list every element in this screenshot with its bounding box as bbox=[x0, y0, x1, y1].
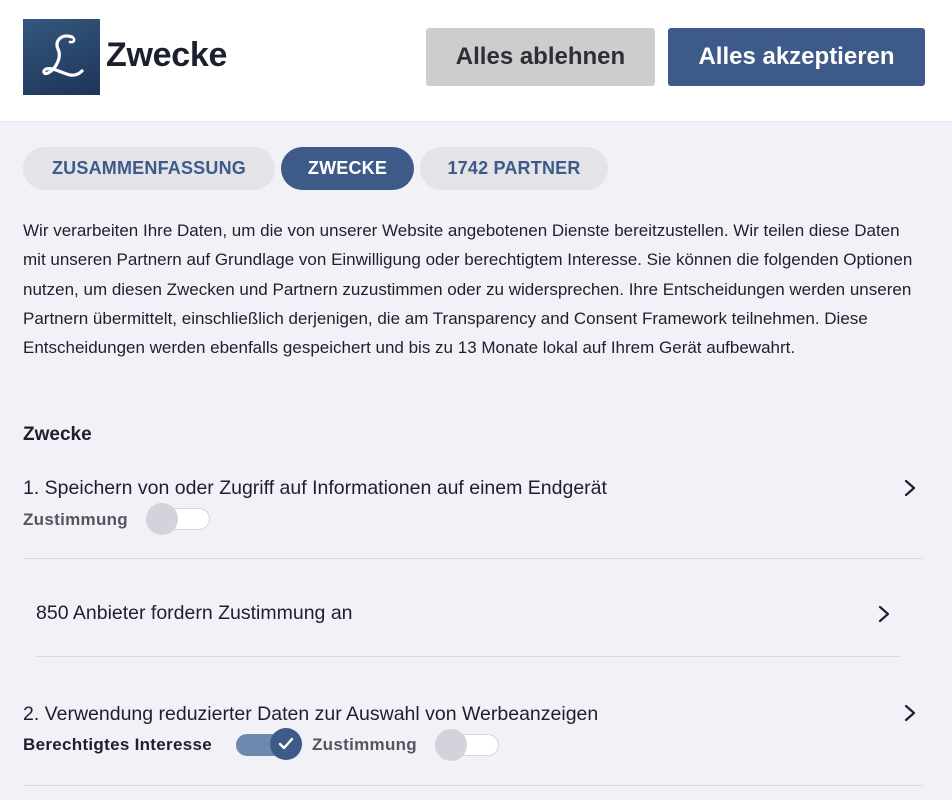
purpose-2-legit-interest-toggle[interactable] bbox=[236, 728, 302, 760]
divider bbox=[23, 785, 923, 786]
section-title: Zwecke bbox=[23, 424, 92, 445]
chevron-right-icon[interactable] bbox=[903, 478, 917, 498]
checkmark-icon bbox=[278, 737, 294, 750]
vendor-consent-row[interactable]: 850 Anbieter fordern Zustimmung an bbox=[36, 602, 353, 625]
purpose-2-consent-label: Zustimmung bbox=[312, 735, 417, 754]
divider bbox=[36, 656, 900, 657]
reject-all-button[interactable]: Alles ablehnen bbox=[426, 28, 655, 86]
purpose-1-consent-toggle[interactable] bbox=[146, 503, 210, 535]
purpose-1-title[interactable]: 1. Speichern von oder Zugriff auf Inform… bbox=[23, 477, 607, 500]
purpose-2-legit-interest-label: Berechtigtes Interesse bbox=[23, 735, 212, 754]
site-logo bbox=[23, 19, 100, 95]
script-l-logo-icon bbox=[41, 34, 84, 77]
tab-partners[interactable]: 1742 PARTNER bbox=[420, 147, 608, 190]
toggle-knob bbox=[146, 503, 178, 535]
tab-summary[interactable]: ZUSAMMENFASSUNG bbox=[23, 147, 275, 190]
divider bbox=[23, 558, 923, 559]
purpose-2-title[interactable]: 2. Verwendung reduzierter Daten zur Ausw… bbox=[23, 703, 598, 726]
tab-purposes[interactable]: ZWECKE bbox=[281, 147, 414, 190]
toggle-knob bbox=[435, 729, 467, 761]
header-bar: Zwecke Alles ablehnen Alles akzeptieren bbox=[0, 0, 952, 122]
purpose-2-consent-toggle[interactable] bbox=[435, 729, 499, 761]
chevron-right-icon[interactable] bbox=[877, 604, 891, 624]
accept-all-button[interactable]: Alles akzeptieren bbox=[668, 28, 925, 86]
purpose-1-consent-label: Zustimmung bbox=[23, 510, 128, 529]
page-title: Zwecke bbox=[106, 36, 228, 74]
chevron-right-icon[interactable] bbox=[903, 703, 917, 723]
description-text: Wir verarbeiten Ihre Daten, um die von u… bbox=[23, 221, 913, 358]
toggle-knob bbox=[270, 728, 302, 760]
